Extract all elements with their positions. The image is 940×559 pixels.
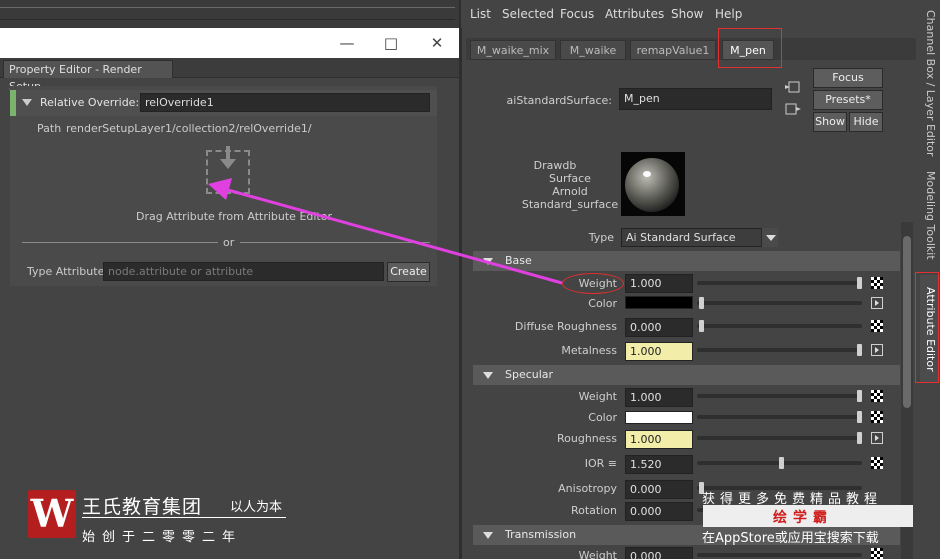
- watermark-slogan: 以人为本: [230, 500, 283, 515]
- brand-logo: W: [28, 490, 76, 538]
- watermark-company-name: 王氏教育集团: [82, 496, 203, 518]
- promo-line-2: 在AppStore或应用宝搜索下载: [702, 531, 879, 546]
- annotation-arrow: [208, 178, 563, 285]
- watermark-divider: [82, 517, 286, 518]
- watermark-founded: 始创于二零零二年: [82, 530, 243, 545]
- promo-brand-name: 绘学霸: [773, 510, 833, 526]
- promo-brand-banner: 绘学霸: [703, 505, 913, 527]
